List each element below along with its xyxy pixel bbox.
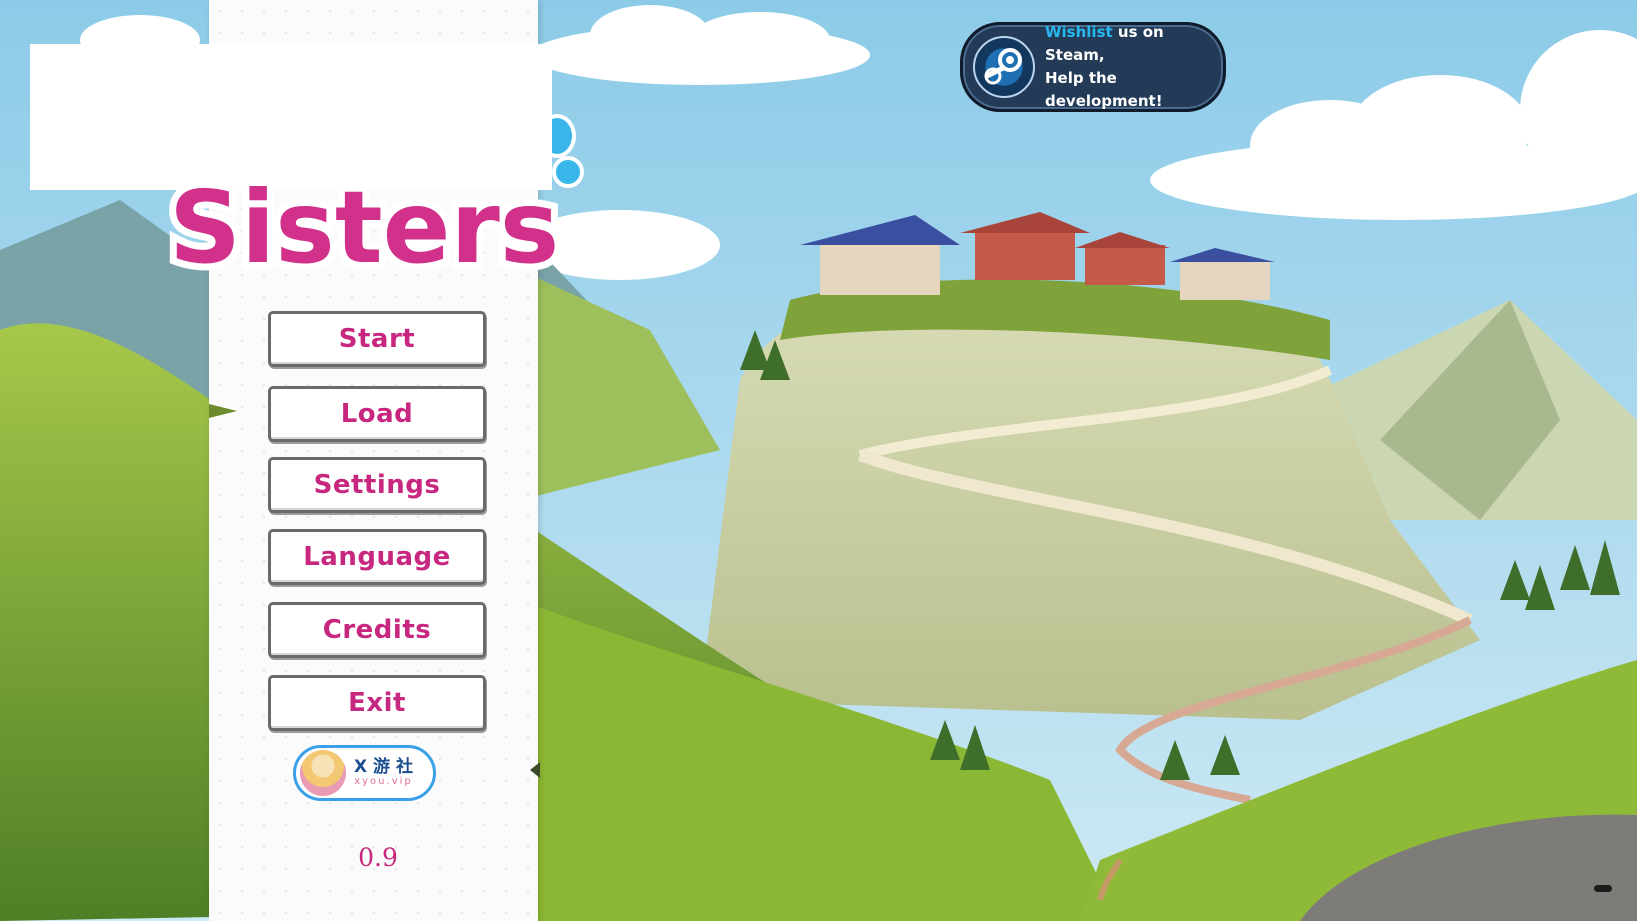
logo-title: Sisters	[169, 176, 559, 284]
steam-text: Wishlist us on Steam, Help the developme…	[1045, 21, 1223, 113]
corner-mark	[1594, 885, 1612, 892]
sponsor-avatar	[300, 750, 346, 796]
sponsor-badge[interactable]: X 游 社 xyou.vip	[293, 745, 436, 801]
panel-notch-left	[209, 404, 237, 418]
credits-button[interactable]: Credits	[268, 602, 486, 658]
sponsor-text: X 游 社 xyou.vip	[354, 758, 413, 788]
load-button[interactable]: Load	[268, 386, 486, 442]
settings-button[interactable]: Settings	[268, 457, 486, 513]
sponsor-sub-text: xyou.vip	[354, 776, 413, 787]
logo-cover-box	[30, 44, 552, 190]
steam-wishlist-word: Wishlist	[1045, 23, 1113, 41]
start-button[interactable]: Start	[268, 311, 486, 367]
exit-button[interactable]: Exit	[268, 675, 486, 731]
game-logo: Sisters Sisters	[165, 176, 566, 284]
steam-wishlist-banner[interactable]: Wishlist us on Steam, Help the developme…	[960, 22, 1226, 112]
sponsor-main-text: X 游 社	[354, 757, 413, 777]
steam-line2: Help the development!	[1045, 69, 1163, 110]
panel-notch-right	[530, 762, 540, 778]
steam-icon	[973, 36, 1035, 98]
version-label: 0.9	[358, 843, 398, 872]
language-button[interactable]: Language	[268, 529, 486, 585]
